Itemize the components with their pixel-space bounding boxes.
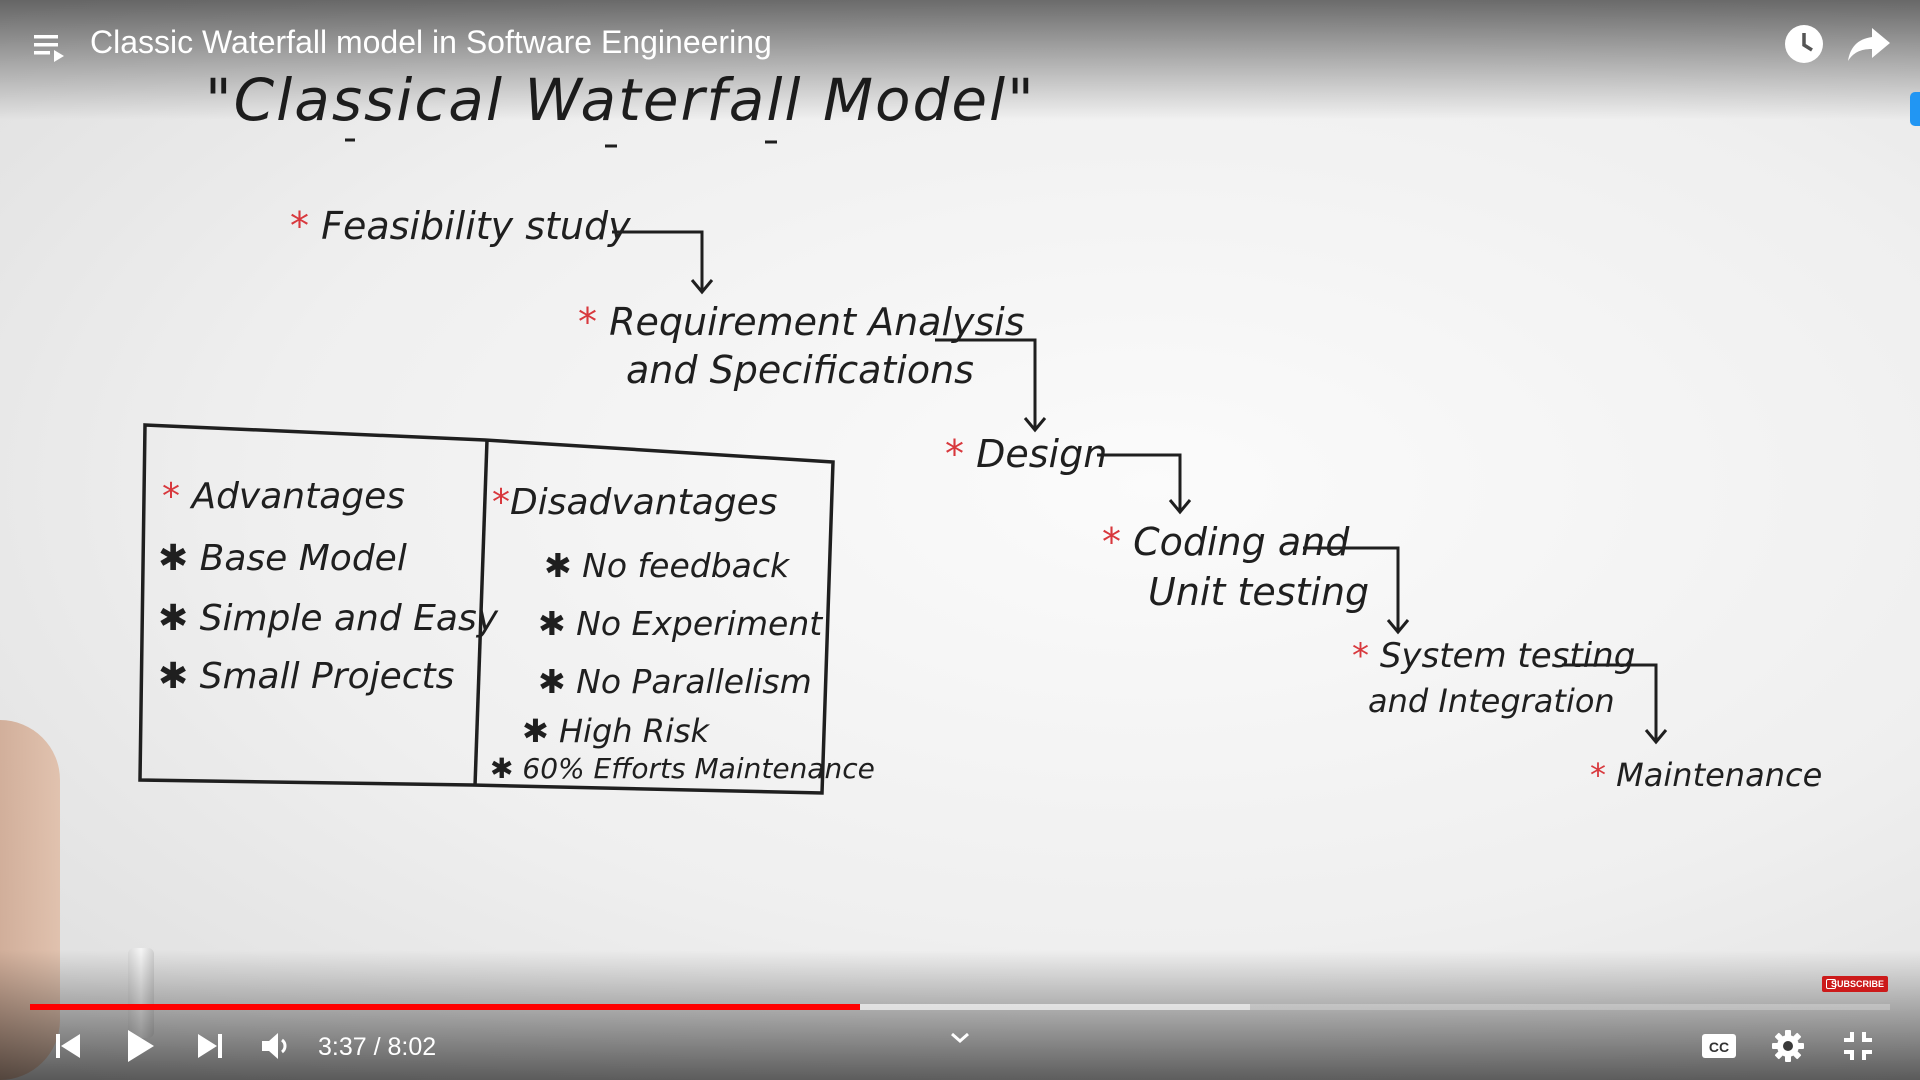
watch-later-button[interactable] xyxy=(1782,22,1826,66)
step-coding: * Coding and xyxy=(1102,520,1349,564)
step-label: Design xyxy=(976,432,1108,476)
volume-icon xyxy=(262,1033,287,1059)
disadvantage-item-label: High Risk xyxy=(558,712,710,750)
disadvantage-item-label: No feedback xyxy=(582,546,790,585)
exit-fullscreen-icon xyxy=(1844,1032,1872,1060)
bullet-marker: ✱ xyxy=(538,604,566,643)
advantage-item-label: Small Projects xyxy=(199,656,455,697)
advantage-item-label: Base Model xyxy=(199,538,407,579)
advantages-heading-label: Advantages xyxy=(191,476,406,517)
more-videos-chevron-button[interactable] xyxy=(936,1026,984,1066)
time-display: 3:37 / 8:02 xyxy=(318,1033,437,1061)
step-system-testing: * System testing xyxy=(1352,636,1635,676)
step-requirements-line2: and Specifications xyxy=(626,348,974,392)
skip-next-icon xyxy=(198,1034,222,1058)
step-label: Requirement Analysis xyxy=(609,300,1025,344)
bullet-marker: ✱ xyxy=(522,712,549,750)
chevron-down-icon xyxy=(951,1032,969,1043)
star-marker: * xyxy=(945,432,964,476)
star-marker: * xyxy=(1352,636,1369,676)
bullet-marker: ✱ xyxy=(158,538,189,579)
advantage-item: ✱ Simple and Easy xyxy=(158,598,498,639)
disadvantages-heading-label: Disadvantages xyxy=(510,482,778,523)
previous-button[interactable] xyxy=(44,1026,92,1066)
advantage-item: ✱ Base Model xyxy=(158,538,407,579)
step-label: Maintenance xyxy=(1616,756,1823,794)
mute-button[interactable] xyxy=(252,1026,300,1066)
advantages-heading: * Advantages xyxy=(162,476,405,517)
clock-icon xyxy=(1785,25,1823,63)
bullet-marker: ✱ xyxy=(544,546,572,585)
playlist-icon xyxy=(34,35,64,62)
play-button[interactable] xyxy=(116,1026,164,1066)
play-icon xyxy=(128,1030,154,1062)
star-marker: * xyxy=(578,300,597,344)
subscribe-watermark[interactable]: SUBSCRIBE xyxy=(1822,976,1888,992)
youtube-play-icon xyxy=(1826,979,1836,989)
settings-button[interactable] xyxy=(1764,1026,1812,1066)
bullet-marker: ✱ xyxy=(490,752,514,785)
captions-icon: CC xyxy=(1702,1034,1736,1058)
star-marker: * xyxy=(1102,520,1121,564)
advantage-item-label: Simple and Easy xyxy=(199,598,499,639)
star-marker: * xyxy=(290,204,309,248)
step-feasibility: * Feasibility study xyxy=(290,204,631,248)
advantage-item: ✱ Small Projects xyxy=(158,656,454,697)
step-requirements: * Requirement Analysis xyxy=(578,300,1025,344)
captions-button[interactable]: CC xyxy=(1696,1026,1744,1066)
arrow-design-to-coding xyxy=(1097,453,1182,510)
step-coding-line2: Unit testing xyxy=(1148,570,1370,614)
bullet-marker: ✱ xyxy=(158,598,189,639)
card-teaser-tab[interactable] xyxy=(1910,92,1920,126)
disadvantage-item: ✱ High Risk xyxy=(522,712,709,750)
step-label: System testing xyxy=(1379,636,1636,676)
star-marker: * xyxy=(162,476,180,517)
share-button[interactable] xyxy=(1846,24,1892,64)
step-maintenance: * Maintenance xyxy=(1590,756,1822,794)
exit-fullscreen-button[interactable] xyxy=(1834,1026,1882,1066)
next-button[interactable] xyxy=(186,1026,234,1066)
progress-bar[interactable] xyxy=(30,1004,1890,1010)
disadvantages-heading: *Disadvantages xyxy=(492,482,778,523)
star-marker: * xyxy=(1590,756,1606,794)
progress-played xyxy=(30,1004,860,1010)
share-arrow-icon xyxy=(1848,28,1890,61)
disadvantage-item-label: 60% Efforts Maintenance xyxy=(522,752,875,785)
disadvantage-item: ✱ 60% Efforts Maintenance xyxy=(490,752,875,785)
step-design: * Design xyxy=(945,432,1107,476)
disadvantage-item-label: No Parallelism xyxy=(576,662,812,701)
gear-icon xyxy=(1772,1030,1804,1062)
bullet-marker: ✱ xyxy=(538,662,566,701)
video-player[interactable]: "Classical Waterfall Model" * Feasibilit… xyxy=(0,0,1920,1080)
step-system-testing-line2: and Integration xyxy=(1368,682,1615,720)
star-marker: * xyxy=(492,482,510,523)
video-title[interactable]: Classic Waterfall model in Software Engi… xyxy=(90,24,772,61)
step-label: Feasibility study xyxy=(321,204,631,248)
disadvantage-item: ✱ No feedback xyxy=(544,546,789,585)
disadvantage-item: ✱ No Parallelism xyxy=(538,662,812,701)
playlist-button[interactable] xyxy=(30,28,70,68)
step-label: Coding and xyxy=(1133,520,1350,564)
svg-text:CC: CC xyxy=(1709,1039,1729,1055)
skip-previous-icon xyxy=(56,1034,80,1058)
disadvantage-item-label: No Experiment xyxy=(576,604,823,643)
disadvantage-item: ✱ No Experiment xyxy=(538,604,822,643)
subscribe-label: SUBSCRIBE xyxy=(1830,979,1884,989)
bullet-marker: ✱ xyxy=(158,656,189,697)
